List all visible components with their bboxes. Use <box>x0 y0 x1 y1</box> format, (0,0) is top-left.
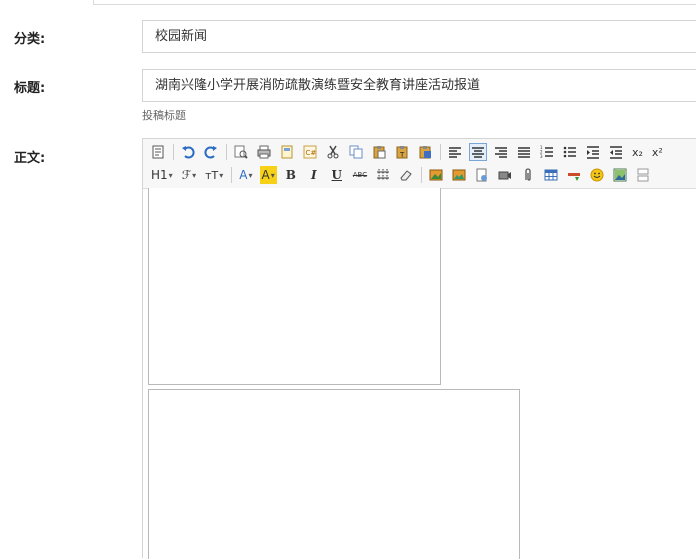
rich-text-editor: C# T 123 x₂ x² H1 ℱ тT A A B I <box>142 138 696 559</box>
tab-divider <box>93 4 696 5</box>
toolbar-separator <box>440 144 441 160</box>
horizontal-rule-icon[interactable] <box>374 166 392 184</box>
unordered-list-icon[interactable] <box>561 143 579 161</box>
title-input[interactable]: 湖南兴隆小学开展消防疏散演练暨安全教育讲座活动报道 <box>142 69 696 102</box>
active-tab[interactable] <box>16 0 94 5</box>
insert-flash-icon[interactable] <box>473 166 491 184</box>
insert-table-icon[interactable] <box>542 166 560 184</box>
toolbar-separator <box>226 144 227 160</box>
toolbar-separator <box>231 167 233 183</box>
paste-word-icon[interactable] <box>416 143 434 161</box>
print-page-icon[interactable] <box>634 166 652 184</box>
editor-content-frame-secondary[interactable] <box>148 389 520 559</box>
background-color-dropdown[interactable]: A <box>259 166 277 184</box>
redo-icon[interactable] <box>202 143 220 161</box>
heading-dropdown[interactable]: H1 <box>149 166 175 184</box>
toolbar-row-2: H1 ℱ тT A A B I U ABC <box>149 164 657 186</box>
toolbar-separator <box>173 144 174 160</box>
bold-button[interactable]: B <box>282 166 300 184</box>
align-left-icon[interactable] <box>446 143 464 161</box>
toolbar-row-1: C# T 123 x₂ x² <box>149 141 670 163</box>
template-icon[interactable] <box>278 143 296 161</box>
insert-multi-image-icon[interactable] <box>450 166 468 184</box>
title-hint: 投稿标题 <box>142 109 186 122</box>
tab-strip <box>0 0 696 6</box>
page-break-icon[interactable] <box>565 166 583 184</box>
align-center-icon[interactable] <box>469 143 487 161</box>
editor-toolbar: C# T 123 x₂ x² H1 ℱ тT A A B I <box>143 139 696 189</box>
title-label: 标题: <box>14 81 46 96</box>
insert-video-icon[interactable] <box>496 166 514 184</box>
indent-icon[interactable] <box>584 143 602 161</box>
ordered-list-icon[interactable]: 123 <box>538 143 556 161</box>
svg-text:T: T <box>399 151 405 159</box>
attachment-icon[interactable] <box>519 166 537 184</box>
source-icon[interactable] <box>149 143 167 161</box>
preview-icon[interactable] <box>232 143 250 161</box>
toolbar-separator <box>421 167 423 183</box>
copy-icon[interactable] <box>347 143 365 161</box>
paste-text-icon[interactable]: T <box>393 143 411 161</box>
outdent-icon[interactable] <box>607 143 625 161</box>
emotion-icon[interactable] <box>588 166 606 184</box>
cut-icon[interactable] <box>324 143 342 161</box>
align-justify-icon[interactable] <box>515 143 533 161</box>
italic-button[interactable]: I <box>305 166 323 184</box>
underline-button[interactable]: U <box>328 166 346 184</box>
superscript-button[interactable]: x² <box>650 143 665 161</box>
font-family-dropdown[interactable]: ℱ <box>180 166 198 184</box>
align-right-icon[interactable] <box>492 143 510 161</box>
strikethrough-button[interactable]: ABC <box>351 166 369 184</box>
undo-icon[interactable] <box>179 143 197 161</box>
font-color-dropdown[interactable]: A <box>237 166 254 184</box>
svg-text:C#: C# <box>306 149 317 157</box>
image-gallery-icon[interactable] <box>611 166 629 184</box>
svg-text:3: 3 <box>540 154 543 159</box>
print-icon[interactable] <box>255 143 273 161</box>
editor-content-frame[interactable] <box>148 188 441 385</box>
body-label: 正文: <box>14 151 46 166</box>
code-icon[interactable]: C# <box>301 143 319 161</box>
paste-icon[interactable] <box>370 143 388 161</box>
subscript-button[interactable]: x₂ <box>630 143 645 161</box>
font-size-dropdown[interactable]: тT <box>203 166 225 184</box>
eraser-icon[interactable] <box>397 166 415 184</box>
category-select[interactable]: 校园新闻 <box>142 20 696 53</box>
category-label: 分类: <box>14 32 46 47</box>
insert-image-icon[interactable] <box>427 166 445 184</box>
